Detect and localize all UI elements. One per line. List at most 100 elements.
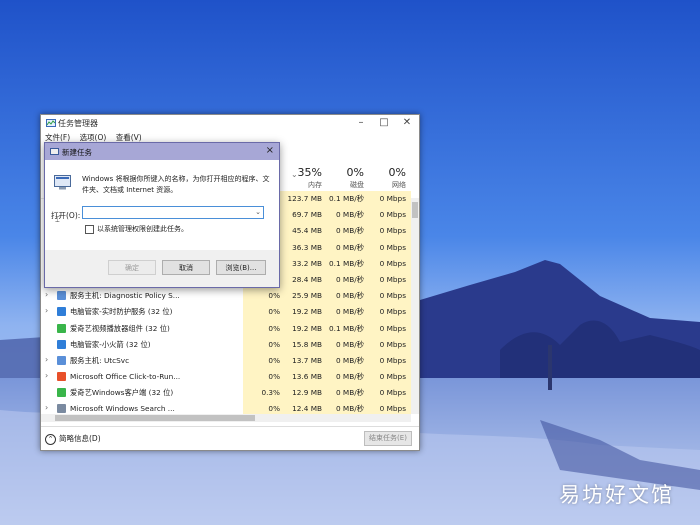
network-cell: 0 Mbps bbox=[369, 255, 411, 272]
memory-cell: 25.9 MB bbox=[285, 288, 327, 305]
disk-cell: 0 MB/秒 bbox=[327, 223, 369, 240]
close-button[interactable]: ✕ bbox=[395, 115, 419, 131]
open-command-input[interactable]: ⌄ bbox=[82, 206, 264, 219]
network-cell: 0 Mbps bbox=[369, 271, 411, 289]
expand-chevron-icon[interactable]: › bbox=[45, 403, 53, 412]
process-name: 爱奇艺Windows客户端 (32 位) bbox=[70, 388, 174, 398]
cpu-cell: 0% bbox=[243, 288, 285, 305]
cpu-cell: 0% bbox=[243, 320, 285, 337]
memory-cell: 15.8 MB bbox=[285, 336, 327, 353]
fewer-details-label: 简略信息(D) bbox=[59, 434, 101, 443]
process-name: 爱奇艺视频播放器组件 (32 位) bbox=[70, 323, 170, 333]
menu-options[interactable]: 选项(O) bbox=[80, 133, 107, 142]
minimize-button[interactable]: – bbox=[349, 115, 373, 131]
disk-cell: 0 MB/秒 bbox=[327, 207, 369, 224]
checkbox-box[interactable] bbox=[85, 224, 94, 234]
mouse-cursor-icon: ⌶ bbox=[55, 215, 60, 224]
browse-button[interactable]: 浏览(B)... bbox=[216, 260, 266, 275]
dialog-close-button[interactable]: × bbox=[266, 145, 274, 156]
process-icon bbox=[57, 388, 66, 398]
process-name: 电脑管家-实时防护服务 (32 位) bbox=[70, 307, 173, 317]
network-cell: 0 Mbps bbox=[369, 385, 411, 402]
disk-percent: 0% bbox=[346, 166, 364, 179]
table-row[interactable]: 爱奇艺Windows客户端 (32 位) 0.3% 12.9 MB 0 MB/秒 0 M… bbox=[41, 385, 411, 402]
chevron-up-icon: ⌃ bbox=[45, 433, 56, 445]
disk-cell: 0 MB/秒 bbox=[327, 369, 369, 386]
horizontal-scrollbar[interactable] bbox=[41, 414, 411, 422]
task-manager-title: 任务管理器 bbox=[58, 119, 98, 128]
memory-cell: 19.2 MB bbox=[285, 304, 327, 321]
cancel-button[interactable]: 取消 bbox=[162, 260, 210, 275]
process-icon bbox=[57, 323, 66, 333]
network-cell: 0 Mbps bbox=[369, 223, 411, 240]
expand-chevron-icon[interactable]: › bbox=[45, 290, 53, 299]
network-label: 网络 bbox=[392, 181, 406, 189]
dialog-title: 新建任务 bbox=[62, 148, 92, 157]
admin-privilege-checkbox[interactable]: 以系统管理权限创建此任务。 bbox=[85, 224, 188, 234]
cpu-cell: 0% bbox=[243, 304, 285, 321]
process-icon bbox=[57, 372, 66, 382]
process-icon bbox=[57, 355, 66, 365]
network-cell: 0 Mbps bbox=[369, 191, 411, 208]
ok-button[interactable]: 确定 bbox=[108, 260, 156, 275]
network-cell: 0 Mbps bbox=[369, 336, 411, 353]
expand-chevron-icon[interactable]: › bbox=[45, 371, 53, 380]
network-cell: 0 Mbps bbox=[369, 304, 411, 321]
menu-view[interactable]: 查看(V) bbox=[116, 133, 142, 142]
vertical-scroll-thumb[interactable] bbox=[412, 202, 418, 218]
memory-cell: 36.3 MB bbox=[285, 239, 327, 256]
memory-percent: 35% bbox=[297, 166, 322, 179]
process-icon bbox=[57, 339, 66, 349]
memory-cell: 13.7 MB bbox=[285, 352, 327, 370]
dialog-titlebar[interactable]: 新建任务 × bbox=[45, 143, 279, 160]
cpu-cell: 0.3% bbox=[243, 385, 285, 402]
process-name: 电脑管家-小火箭 (32 位) bbox=[70, 339, 151, 349]
network-cell: 0 Mbps bbox=[369, 320, 411, 337]
horizontal-scroll-thumb[interactable] bbox=[55, 415, 255, 421]
task-manager-app-icon bbox=[46, 119, 56, 127]
disk-cell: 0 MB/秒 bbox=[327, 288, 369, 305]
disk-cell: 0.1 MB/秒 bbox=[327, 255, 369, 272]
disk-cell: 0 MB/秒 bbox=[327, 352, 369, 370]
network-cell: 0 Mbps bbox=[369, 207, 411, 224]
memory-cell: 19.2 MB bbox=[285, 320, 327, 337]
network-cell: 0 Mbps bbox=[369, 352, 411, 370]
task-manager-titlebar[interactable]: 任务管理器 – □ ✕ bbox=[41, 115, 419, 131]
cpu-cell: 0% bbox=[243, 352, 285, 370]
cpu-cell: 0% bbox=[243, 369, 285, 386]
cpu-cell: 0% bbox=[243, 336, 285, 353]
expand-chevron-icon[interactable]: › bbox=[45, 306, 53, 315]
vertical-scrollbar[interactable] bbox=[411, 198, 419, 414]
table-row[interactable]: › 服务主机: Diagnostic Policy S... 0% 25.9 MB 0 … bbox=[41, 288, 411, 305]
disk-cell: 0.1 MB/秒 bbox=[327, 191, 369, 208]
process-name: 服务主机: Diagnostic Policy S... bbox=[70, 291, 180, 301]
disk-cell: 0.1 MB/秒 bbox=[327, 320, 369, 337]
network-cell: 0 Mbps bbox=[369, 369, 411, 386]
fewer-details-button[interactable]: ⌃ 简略信息(D) bbox=[45, 433, 101, 445]
table-row[interactable]: 电脑管家-小火箭 (32 位) 0% 15.8 MB 0 MB/秒 0 Mbps bbox=[41, 336, 411, 353]
run-program-icon bbox=[54, 175, 71, 190]
dialog-description: Windows 将根据你所键入的名称，为你打开相应的程序、文件夹、文档或 Int… bbox=[82, 175, 270, 194]
end-task-button[interactable]: 结束任务(E) bbox=[364, 431, 412, 446]
disk-label: 磁盘 bbox=[350, 181, 364, 189]
dropdown-chevron-icon[interactable]: ⌄ bbox=[255, 207, 261, 218]
memory-cell: 33.2 MB bbox=[285, 255, 327, 272]
network-cell: 0 Mbps bbox=[369, 239, 411, 256]
table-row[interactable]: 爱奇艺视频播放器组件 (32 位) 0% 19.2 MB 0.1 MB/秒 0 Mbps bbox=[41, 320, 411, 337]
menu-file[interactable]: 文件(F) bbox=[45, 133, 70, 142]
memory-label: 内存 bbox=[308, 181, 322, 189]
table-row[interactable]: › 服务主机: UtcSvc 0% 13.7 MB 0 MB/秒 0 Mbps bbox=[41, 352, 411, 370]
memory-cell: 45.4 MB bbox=[285, 223, 327, 240]
process-icon bbox=[57, 307, 66, 317]
disk-cell: 0 MB/秒 bbox=[327, 304, 369, 321]
maximize-button[interactable]: □ bbox=[372, 115, 396, 131]
table-row[interactable]: › Microsoft Office Click-to-Run... 0% 13.6 … bbox=[41, 369, 411, 386]
disk-cell: 0 MB/秒 bbox=[327, 336, 369, 353]
process-name: Microsoft Office Click-to-Run... bbox=[70, 372, 181, 382]
disk-cell: 0 MB/秒 bbox=[327, 271, 369, 289]
process-icon bbox=[57, 404, 66, 414]
expand-chevron-icon[interactable]: › bbox=[45, 355, 53, 364]
memory-cell: 123.7 MB bbox=[285, 191, 327, 208]
table-row[interactable]: › 电脑管家-实时防护服务 (32 位) 0% 19.2 MB 0 MB/秒 0 Mbps bbox=[41, 304, 411, 321]
admin-privilege-label: 以系统管理权限创建此任务。 bbox=[97, 225, 188, 233]
